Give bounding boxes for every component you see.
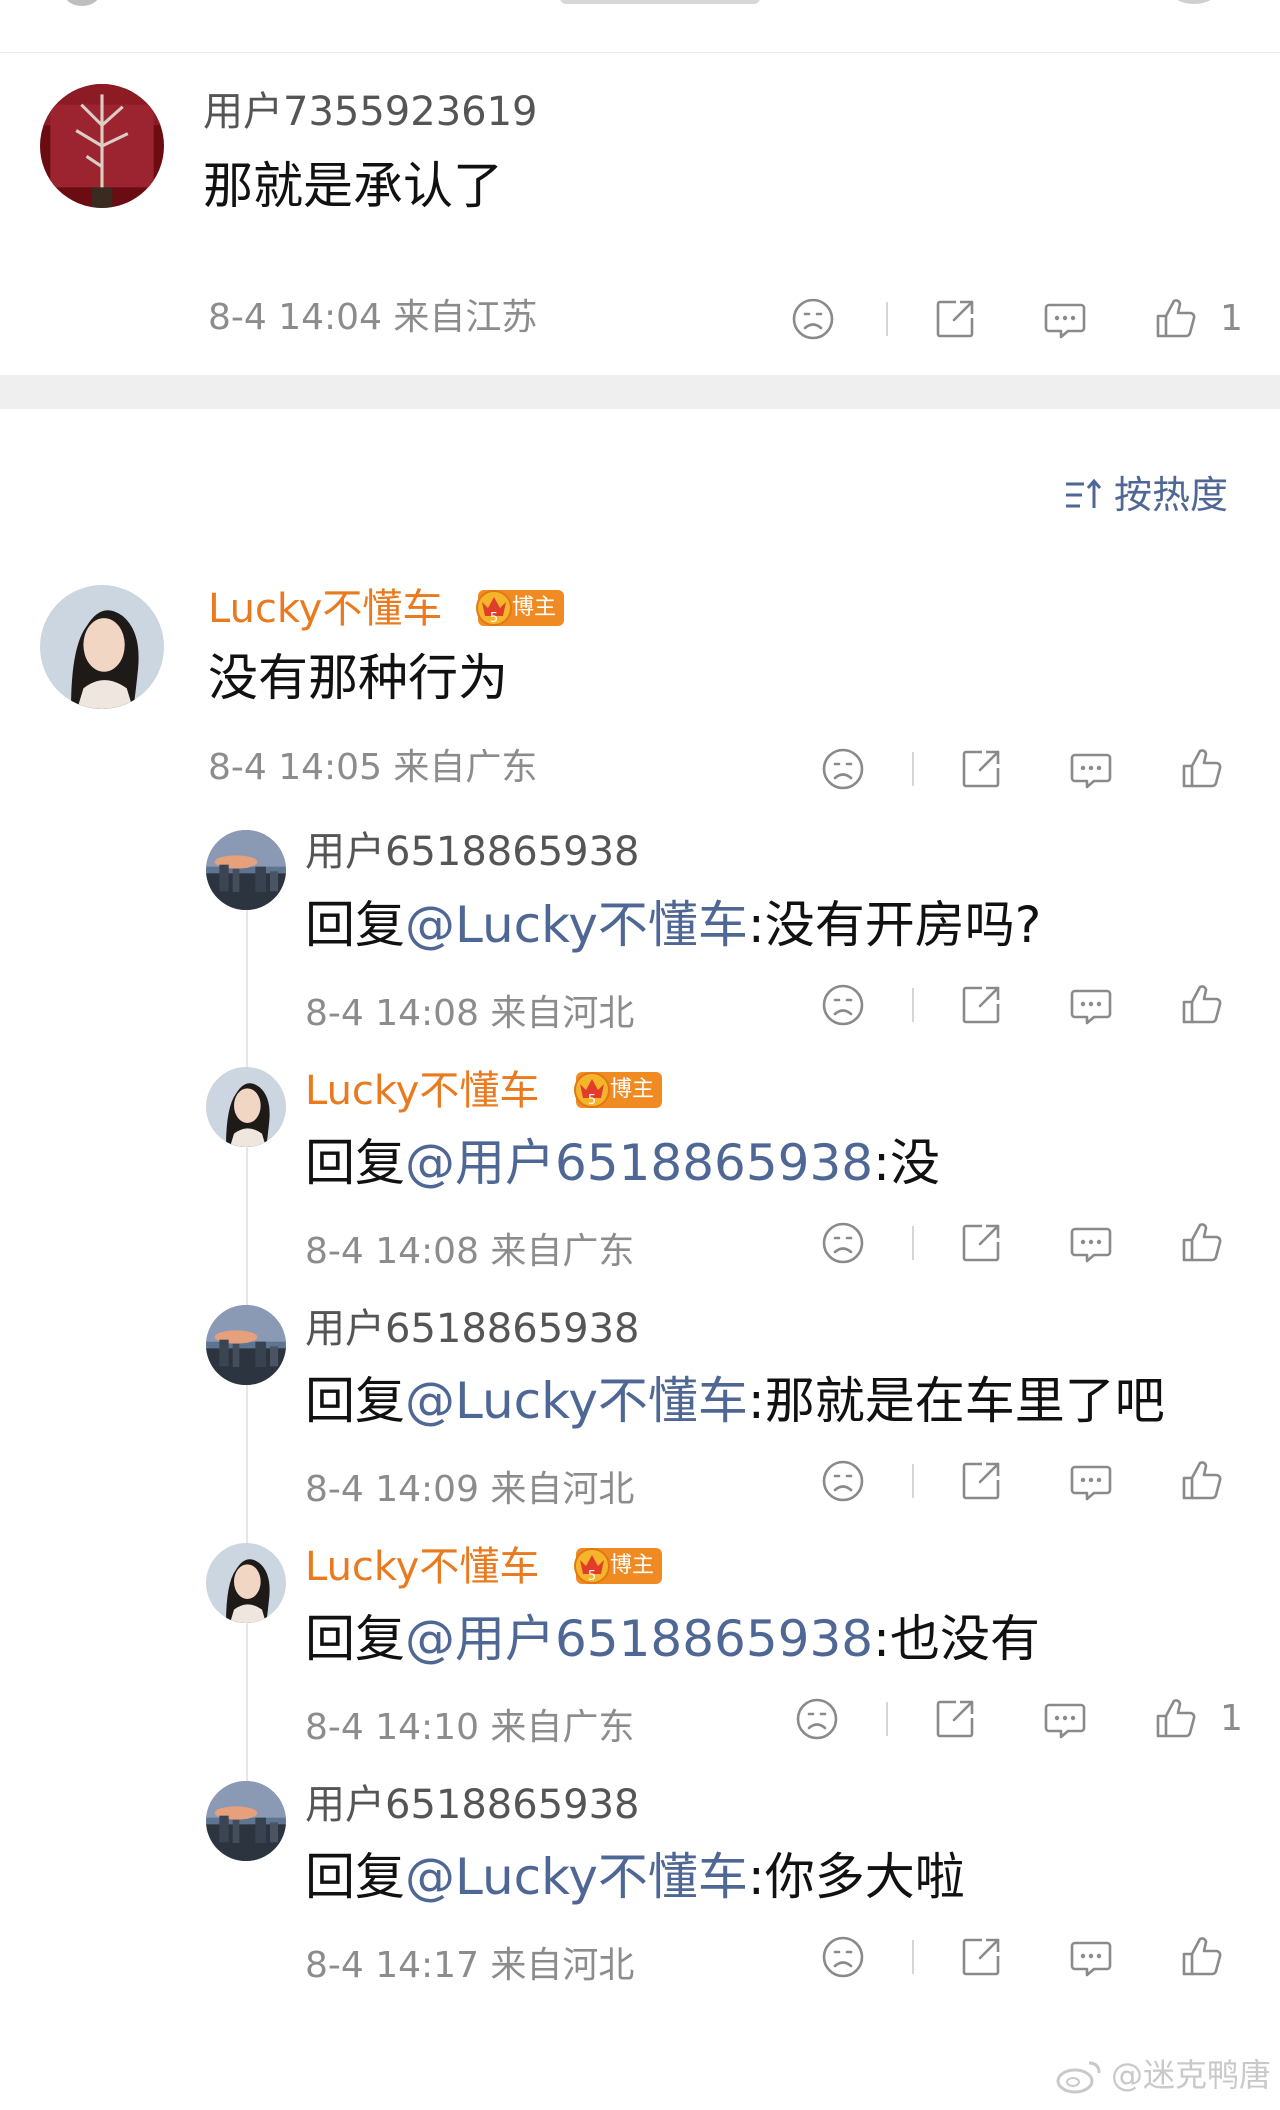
avatar[interactable] <box>206 830 286 910</box>
comment-actions <box>820 746 1240 796</box>
thumbs-up-icon[interactable] <box>1178 1458 1224 1504</box>
username[interactable]: 用户6518865938 <box>305 828 640 876</box>
reply-text: 回复@用户6518865938:也没有 <box>305 1610 1040 1668</box>
comment-meta: 8-4 14:05 来自广东 <box>208 747 538 788</box>
page-title-partial <box>560 0 760 4</box>
blogger-badge: 博主 <box>478 590 565 626</box>
share-icon[interactable] <box>958 1458 1004 1504</box>
sort-label: 按热度 <box>1114 473 1229 517</box>
divider <box>886 1702 888 1736</box>
divider <box>912 1464 914 1498</box>
comment-actions: 1 <box>790 296 1243 346</box>
username[interactable]: Lucky不懂车 <box>305 1543 539 1591</box>
thumbs-up-icon[interactable] <box>1178 982 1224 1028</box>
divider <box>912 988 914 1022</box>
crown-icon <box>472 584 516 628</box>
comment-icon[interactable] <box>1068 1458 1114 1504</box>
weibo-logo-icon <box>1055 2057 1105 2095</box>
comment-meta: 8-4 14:08 来自河北 <box>305 993 635 1034</box>
thumbs-up-icon[interactable] <box>1178 746 1224 792</box>
username[interactable]: 用户6518865938 <box>305 1305 640 1353</box>
sad-face-icon[interactable] <box>820 1458 866 1504</box>
username[interactable]: 用户7355923619 <box>203 88 538 136</box>
comment-icon[interactable] <box>1068 746 1114 792</box>
reply-text: 回复@Lucky不懂车:没有开房吗? <box>305 896 1042 954</box>
comment-text: 没有那种行为 <box>208 649 508 707</box>
sad-face-icon[interactable] <box>820 1934 866 1980</box>
crown-icon <box>570 1066 614 1110</box>
comment-icon[interactable] <box>1068 982 1114 1028</box>
mention-link[interactable]: @用户6518865938 <box>405 1610 873 1668</box>
like-count: 1 <box>1220 298 1243 339</box>
sad-face-icon[interactable] <box>820 746 866 792</box>
comment-icon[interactable] <box>1068 1934 1114 1980</box>
divider <box>912 752 914 786</box>
reply-text: 回复@Lucky不懂车:那就是在车里了吧 <box>305 1372 1165 1430</box>
comment-actions <box>820 1934 1240 1984</box>
comment-icon[interactable] <box>1042 1696 1088 1742</box>
comment-text: 那就是承认了 <box>203 157 503 215</box>
sort-icon <box>1064 478 1104 512</box>
sad-face-icon[interactable] <box>794 1696 840 1742</box>
comment-meta: 8-4 14:10 来自广东 <box>305 1707 635 1748</box>
avatar[interactable] <box>206 1305 286 1385</box>
avatar[interactable] <box>206 1067 286 1147</box>
back-button[interactable] <box>64 0 100 6</box>
thumbs-up-icon[interactable] <box>1178 1220 1224 1266</box>
comment-meta: 8-4 14:17 来自河北 <box>305 1945 635 1986</box>
share-icon[interactable] <box>932 1696 978 1742</box>
top-bar <box>0 0 1280 53</box>
mention-link[interactable]: @Lucky不懂车 <box>405 1372 748 1430</box>
comment-actions: 1 <box>794 1696 1244 1746</box>
avatar[interactable] <box>40 84 164 208</box>
comment-meta: 8-4 14:08 来自广东 <box>305 1231 635 1272</box>
blogger-badge: 博主 <box>576 1548 663 1584</box>
share-icon[interactable] <box>958 1220 1004 1266</box>
reply-text: 回复@用户6518865938:没 <box>305 1134 940 1192</box>
reply-text: 回复@Lucky不懂车:你多大啦 <box>305 1848 965 1906</box>
comment-actions <box>820 1220 1240 1270</box>
section-divider <box>0 375 1280 409</box>
divider <box>912 1940 914 1974</box>
comment-actions <box>820 1458 1240 1508</box>
comment-actions <box>820 982 1240 1032</box>
username[interactable]: Lucky不懂车 <box>305 1067 539 1115</box>
more-button[interactable] <box>1172 0 1216 4</box>
thumbs-up-icon[interactable] <box>1152 1696 1198 1742</box>
thumbs-up-icon[interactable] <box>1152 296 1198 342</box>
share-icon[interactable] <box>958 746 1004 792</box>
comment-icon[interactable] <box>1042 296 1088 342</box>
username[interactable]: Lucky不懂车 <box>208 585 442 633</box>
avatar[interactable] <box>206 1781 286 1861</box>
sad-face-icon[interactable] <box>790 296 836 342</box>
comment-icon[interactable] <box>1068 1220 1114 1266</box>
sad-face-icon[interactable] <box>820 1220 866 1266</box>
avatar[interactable] <box>40 585 164 709</box>
comment-meta: 8-4 14:09 来自河北 <box>305 1469 635 1510</box>
blogger-badge: 博主 <box>576 1072 663 1108</box>
sad-face-icon[interactable] <box>820 982 866 1028</box>
divider <box>886 302 888 336</box>
avatar[interactable] <box>206 1543 286 1623</box>
share-icon[interactable] <box>958 1934 1004 1980</box>
divider <box>912 1226 914 1260</box>
username[interactable]: 用户6518865938 <box>305 1781 640 1829</box>
comment-meta: 8-4 14:04 来自江苏 <box>208 297 538 338</box>
mention-link[interactable]: @用户6518865938 <box>405 1134 873 1192</box>
like-count: 1 <box>1220 1698 1243 1739</box>
crown-icon <box>570 1542 614 1586</box>
thumbs-up-icon[interactable] <box>1178 1934 1224 1980</box>
mention-link[interactable]: @Lucky不懂车 <box>405 896 748 954</box>
mention-link[interactable]: @Lucky不懂车 <box>405 1848 748 1906</box>
share-icon[interactable] <box>932 296 978 342</box>
share-icon[interactable] <box>958 982 1004 1028</box>
